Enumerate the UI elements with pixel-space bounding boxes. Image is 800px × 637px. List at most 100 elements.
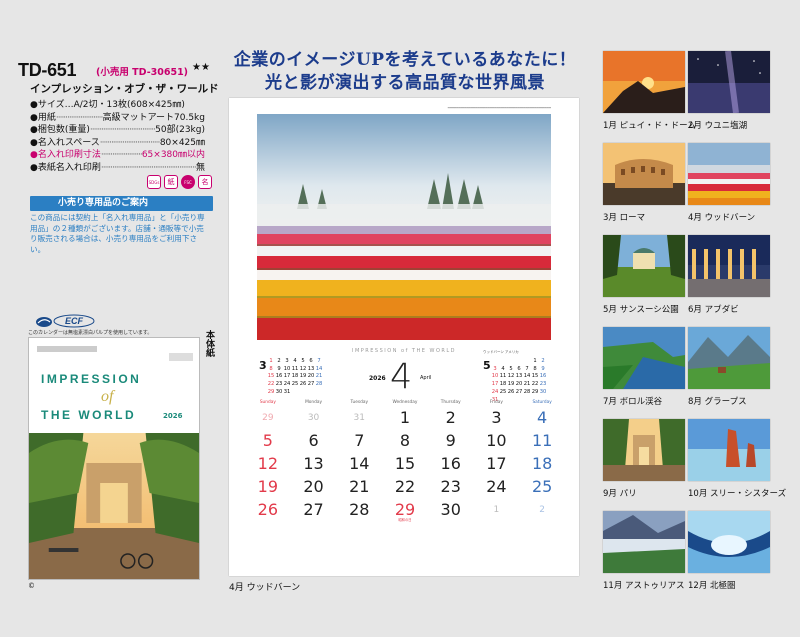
mini-day: 2 bbox=[277, 358, 281, 364]
mini-day: 25 bbox=[291, 381, 299, 388]
day-number: 27 bbox=[303, 500, 324, 519]
mini-day: 13 bbox=[515, 373, 523, 380]
gallery-photo-sea-stacks bbox=[688, 419, 770, 481]
week-row: 5 6 7 8 9 10 11 bbox=[245, 431, 565, 454]
mini-day: 19 bbox=[507, 381, 515, 388]
gallery-item: 12月 北極圏 bbox=[688, 511, 770, 591]
gallery-caption: 6月 アブダビ bbox=[688, 305, 739, 315]
mini-day: 23 bbox=[539, 381, 547, 388]
mini-day: 30 bbox=[539, 388, 547, 395]
mini-blank bbox=[499, 358, 507, 365]
spec-row: ●名入れスペース 80×425㎜ bbox=[30, 137, 205, 150]
mini-day: 24 bbox=[491, 388, 499, 395]
week-row: 19 20 21 22 23 24 25 bbox=[245, 477, 565, 500]
mini-day: 9 bbox=[541, 365, 545, 372]
paper-badge-icon: 紙 bbox=[164, 175, 178, 189]
mini-day: 2 bbox=[541, 358, 545, 364]
day-number: 9 bbox=[445, 431, 456, 450]
mini-day: 15 bbox=[267, 373, 275, 380]
weekday-label: Wednesday bbox=[392, 400, 418, 405]
weekday-label: Sunday bbox=[259, 400, 276, 405]
week-row: 29 30 31 1 2 3 4 bbox=[245, 408, 565, 431]
day-number: 10 bbox=[486, 431, 507, 450]
spec-label: ●サイズ…A/2切・13枚(608×425㎜) bbox=[30, 100, 185, 110]
cover-title-of: of bbox=[101, 388, 114, 405]
mini-day: 21 bbox=[523, 381, 531, 388]
day-number: 6 bbox=[308, 431, 319, 450]
mini-day: 11 bbox=[291, 365, 299, 372]
week-row: 12 13 14 15 16 17 18 bbox=[245, 454, 565, 477]
mini-day: 22 bbox=[531, 381, 539, 388]
mini-prev-month: 3 bbox=[259, 359, 267, 372]
mini-day: 31 bbox=[283, 388, 291, 395]
calendar-day: 10 bbox=[474, 431, 520, 454]
svg-text:ECF: ECF bbox=[65, 316, 84, 326]
gallery-item: 3月 ローマ bbox=[603, 143, 685, 223]
day-number: 19 bbox=[257, 477, 279, 496]
spec-row: ●用紙 高級マットアート70.5kg bbox=[30, 112, 205, 125]
day-number: 28 bbox=[349, 500, 370, 519]
rank-stars: ★★ bbox=[192, 62, 210, 73]
cover-preview: IMPRESSION of THE WORLD 2026 bbox=[28, 337, 200, 580]
mini-day: 28 bbox=[315, 381, 323, 388]
day-number: 31 bbox=[353, 413, 365, 423]
day-number: 12 bbox=[257, 454, 279, 473]
mini-day: 12 bbox=[299, 365, 307, 372]
gallery-item: 11月 アストゥリアス bbox=[603, 511, 685, 591]
calendar-day: 31 bbox=[336, 408, 382, 431]
day-number: 29 bbox=[262, 413, 274, 423]
day-number: 29 bbox=[394, 500, 416, 519]
calendar-day: 25 bbox=[519, 477, 565, 500]
calendar-day: 14 bbox=[336, 454, 382, 477]
day-number: 15 bbox=[394, 454, 416, 473]
gallery-photo-tulips bbox=[688, 143, 770, 205]
gallery-photo-green-cliffs bbox=[603, 327, 685, 389]
calendar-day: 27 bbox=[291, 500, 337, 523]
photo-credit: ━━━━━━━━━━━━━━━━━━━━━━━━━━━━━━━━━━━━━━━━… bbox=[447, 106, 551, 110]
mini-day: 8 bbox=[269, 365, 273, 372]
ecf-logo-icon: ECF bbox=[36, 314, 95, 328]
spec-label: ●梱包数(重量) bbox=[30, 125, 90, 135]
gallery-photo-misty-peaks bbox=[603, 511, 685, 573]
calendar-day: 21 bbox=[336, 477, 382, 500]
week-row: 26 27 28 29 昭和の日 30 1 2 bbox=[245, 500, 565, 523]
mini-day: 10 bbox=[283, 365, 291, 372]
headline-line-2: 光と影が演出する高品質な世界風景 bbox=[265, 73, 545, 93]
mini-day: 18 bbox=[499, 381, 507, 388]
gallery-photo-alpine-village bbox=[688, 327, 770, 389]
spec-label: ●名入れスペース bbox=[30, 137, 100, 148]
gallery-caption: 7月 ボロル渓谷 bbox=[603, 397, 663, 407]
day-number: 25 bbox=[531, 477, 553, 496]
gallery-item: 2月 ウユニ塩湖 bbox=[688, 51, 770, 131]
mini-blank bbox=[515, 358, 523, 365]
day-number: 4 bbox=[537, 408, 548, 427]
calendar-day: 3 bbox=[474, 408, 520, 431]
calendar-day: 18 bbox=[519, 454, 565, 477]
mini-day: 28 bbox=[523, 388, 531, 395]
spec-value: 高級マットアート70.5kg bbox=[102, 112, 205, 123]
spec-leader bbox=[101, 149, 142, 162]
product-code: TD-651 bbox=[18, 60, 77, 80]
gallery-item: 4月 ウッドバーン bbox=[688, 143, 770, 223]
day-number: 30 bbox=[440, 500, 461, 519]
mini-prev-grid: 1 2 3 4 5 6 7 8 9 10 11 12 13 14 15 16 17 18 19 20 21 22 23 24 2… bbox=[267, 358, 323, 396]
holiday-note: 昭和の日 bbox=[398, 518, 412, 522]
sdgs-badge-icon: SDGs bbox=[147, 175, 161, 189]
day-number: 20 bbox=[303, 477, 324, 496]
cover-side-label: 本体紙 bbox=[204, 330, 214, 357]
gallery-caption: 3月 ローマ bbox=[603, 213, 646, 223]
calendar-day: 28 bbox=[336, 500, 382, 523]
gallery-caption: 12月 北極圏 bbox=[688, 581, 736, 591]
mini-day: 20 bbox=[307, 373, 315, 380]
calendar-weeks: 29 30 31 1 2 3 4 5 6 7 8 9 10 11 12 13 14 15 16 17 18 19 20 21 2… bbox=[245, 408, 565, 523]
gallery-caption: 5月 サンスーシ公園 bbox=[603, 305, 679, 315]
gallery-photo-palace-park bbox=[603, 235, 685, 297]
cover-year: 2026 bbox=[163, 412, 183, 420]
gallery-caption: 10月 スリー・シスターズ bbox=[688, 489, 787, 499]
cover-title-1: IMPRESSION bbox=[41, 372, 142, 386]
calendar-day: 8 bbox=[382, 431, 428, 454]
mini-day: 8 bbox=[533, 365, 537, 372]
gallery-item: 9月 パリ bbox=[603, 419, 685, 499]
day-number: 30 bbox=[307, 413, 320, 423]
ecf-note: このカレンダーは無塩素漂白パルプを使用しています。 bbox=[28, 330, 153, 336]
